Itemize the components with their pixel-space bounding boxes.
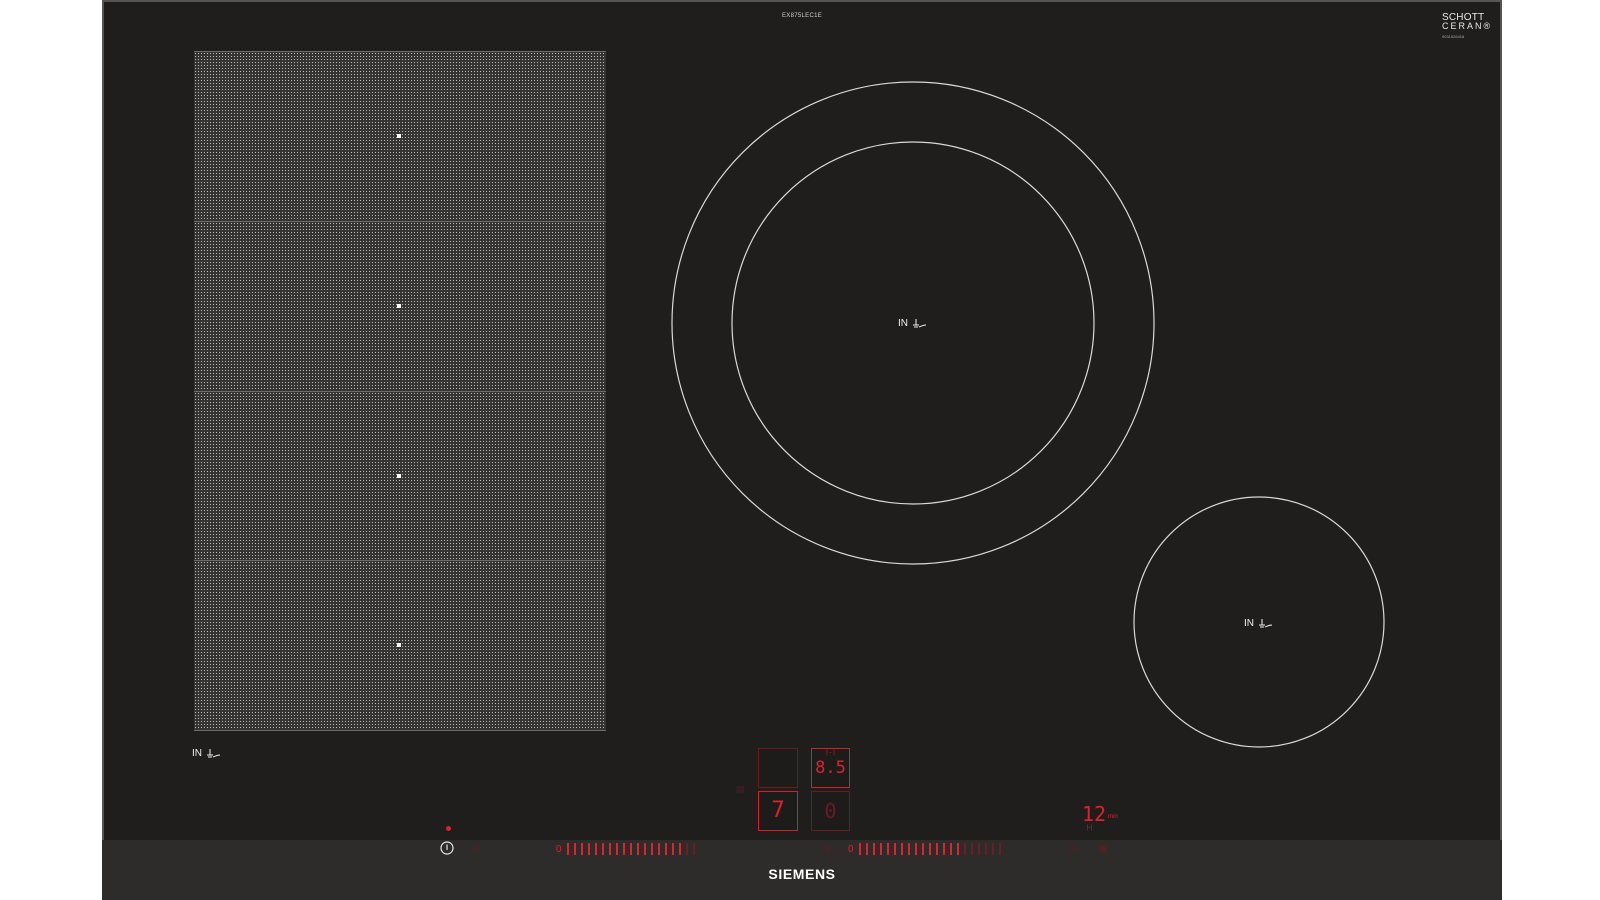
cooktop-surface: EX875LEC1E SCHOTT CERAN® 9031526418 IN I… (102, 0, 1502, 900)
timer-unit: min (1108, 814, 1118, 820)
secondary-display: 0 (811, 791, 850, 831)
induction-coil-icon (913, 318, 927, 327)
induction-coil-icon (1259, 618, 1273, 627)
large-zone-induction-label: IN (898, 318, 927, 329)
timer-display: 12 (1082, 802, 1107, 826)
timer-button-icon[interactable]: ◷ (1068, 842, 1078, 855)
lock-icon[interactable]: ⊙ (472, 842, 481, 855)
power-slider-left[interactable]: 0 (556, 842, 700, 856)
zone-display-left-top (758, 748, 798, 788)
boost-display: |-| 8.5 (811, 748, 850, 788)
power-indicator-led (446, 826, 451, 831)
zone-switch-icon[interactable]: ⊛ (822, 842, 831, 855)
round-zones (671, 81, 1385, 748)
zone-select-icon[interactable]: ▤ (736, 784, 745, 795)
power-icon[interactable] (440, 841, 454, 855)
power-level-display: 7 (758, 791, 798, 831)
brand-logo: SIEMENS (768, 866, 836, 882)
settings-icon[interactable]: ▣ (1098, 842, 1108, 855)
timer-icon: |-| (1087, 825, 1093, 831)
small-zone-induction-label: IN (1244, 618, 1273, 629)
power-slider-right[interactable]: 0 (848, 842, 1006, 856)
